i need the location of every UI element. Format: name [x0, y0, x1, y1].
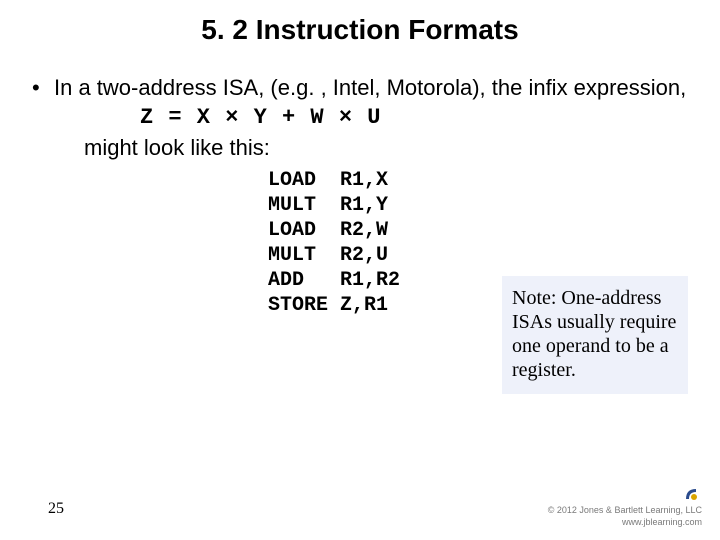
- page-number: 25: [48, 500, 64, 518]
- copyright-line-2: www.jblearning.com: [548, 516, 702, 528]
- copyright: © 2012 Jones & Bartlett Learning, LLC ww…: [548, 487, 702, 528]
- copyright-line-1: © 2012 Jones & Bartlett Learning, LLC: [548, 504, 702, 516]
- publisher-logo-icon: [684, 487, 698, 504]
- bullet-lead-text: In a two-address ISA, (e.g. , Intel, Mot…: [54, 74, 686, 102]
- slide: { "title": "5. 2 Instruction Formats", "…: [0, 0, 720, 540]
- note-box: Note: One-address ISAs usually require o…: [502, 276, 688, 394]
- bullet-dot: •: [30, 74, 54, 102]
- bullet-item: • In a two-address ISA, (e.g. , Intel, M…: [30, 74, 690, 102]
- slide-title: 5. 2 Instruction Formats: [0, 0, 720, 74]
- followup-text: might look like this:: [30, 134, 690, 162]
- infix-expression: Z = X × Y + W × U: [30, 104, 690, 132]
